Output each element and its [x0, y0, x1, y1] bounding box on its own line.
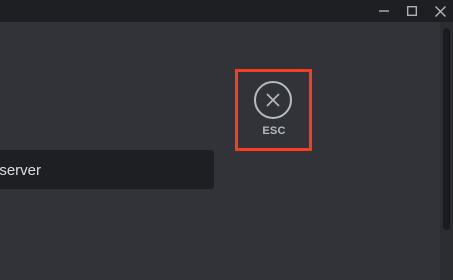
- maximize-icon: [407, 6, 417, 16]
- close-window-button[interactable]: [427, 0, 453, 22]
- minimize-icon: [379, 10, 389, 12]
- server-name-field[interactable]: server: [0, 150, 214, 189]
- esc-label: ESC: [262, 125, 286, 137]
- minimize-button[interactable]: [371, 0, 397, 22]
- esc-close-button[interactable]: [254, 81, 292, 119]
- scrollbar-thumb[interactable]: [443, 28, 450, 230]
- maximize-button[interactable]: [399, 0, 425, 22]
- close-icon: [434, 5, 446, 17]
- server-name-value: server: [0, 162, 41, 179]
- close-circle-icon: [266, 93, 280, 107]
- window-titlebar: [0, 0, 453, 22]
